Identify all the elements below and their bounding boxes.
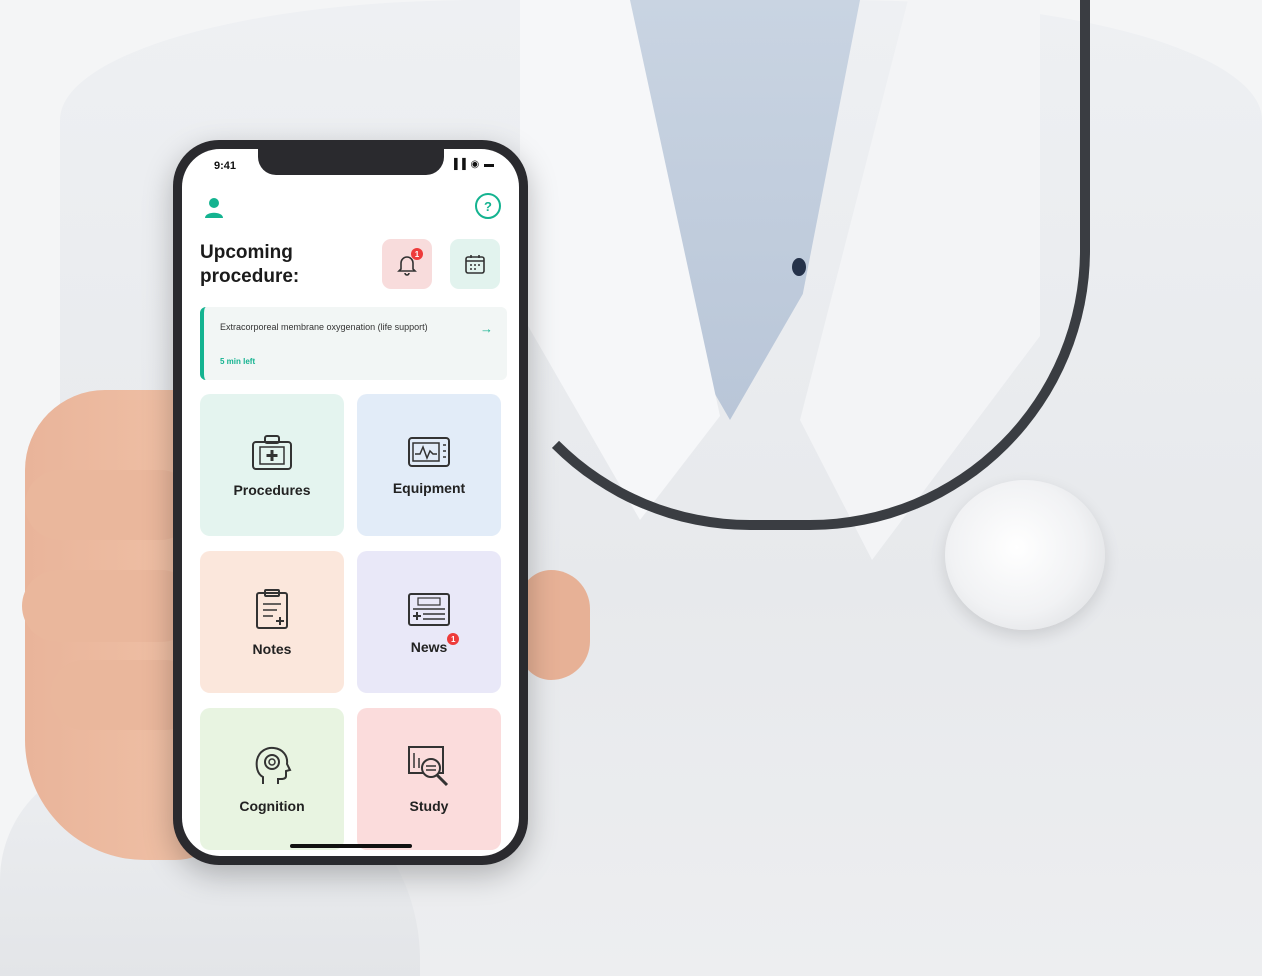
notification-badge: 1 [411,248,423,260]
thumb [520,570,590,680]
phone-screen: 9:41 ▐▐ ◉ ▬ ? Upcoming procedure: 1 Extr… [182,149,519,856]
tile-study[interactable]: Study [357,708,501,850]
tile-notes[interactable]: Notes [200,551,344,693]
news-label-text: News [410,639,448,655]
calendar-button[interactable] [450,239,500,289]
page-title-line2: procedure: [200,266,300,287]
finger [25,470,195,540]
notifications-button[interactable]: 1 [382,239,432,289]
phone: 9:41 ▐▐ ◉ ▬ ? Upcoming procedure: 1 Extr… [173,140,528,865]
tile-news[interactable]: News 1 [357,551,501,693]
news-badge: 1 [447,633,460,645]
procedure-time-left: 5 min left [220,357,256,366]
calendar-icon [465,255,485,274]
status-time: 9:41 [214,160,237,172]
arrow-right-icon[interactable]: → [480,321,493,336]
tile-cognition[interactable]: Cognition [200,708,344,850]
page-title: Upcoming procedure: [200,241,350,289]
monitor-icon [408,437,450,467]
brain-head-icon [255,746,292,784]
page-title-line1: Upcoming [200,242,293,263]
clipboard-icon [256,589,288,629]
tile-equipment[interactable]: Equipment [357,394,501,536]
upcoming-procedure-card[interactable]: Extracorporeal membrane oxygenation (lif… [200,307,507,380]
tile-label: Notes [252,641,292,657]
finger [22,570,197,642]
tile-procedures[interactable]: Procedures [200,394,344,536]
stethoscope-chestpiece [945,480,1105,630]
tile-label: Equipment [392,480,466,496]
profile-icon[interactable] [204,197,224,219]
home-indicator[interactable] [290,844,412,848]
tile-label: Study [409,798,449,814]
medical-kit-icon [252,435,292,470]
stethoscope-tube [470,0,1090,530]
status-indicators: ▐▐ ◉ ▬ [450,159,495,170]
newspaper-icon [408,593,450,626]
procedure-name: Extracorporeal membrane oxygenation (lif… [220,322,428,332]
study-search-icon [408,746,449,787]
phone-notch [258,149,444,175]
tile-label: Cognition [239,798,305,814]
help-icon[interactable]: ? [475,193,501,219]
tile-label: News 1 [410,633,460,655]
tile-label: Procedures [233,482,311,498]
